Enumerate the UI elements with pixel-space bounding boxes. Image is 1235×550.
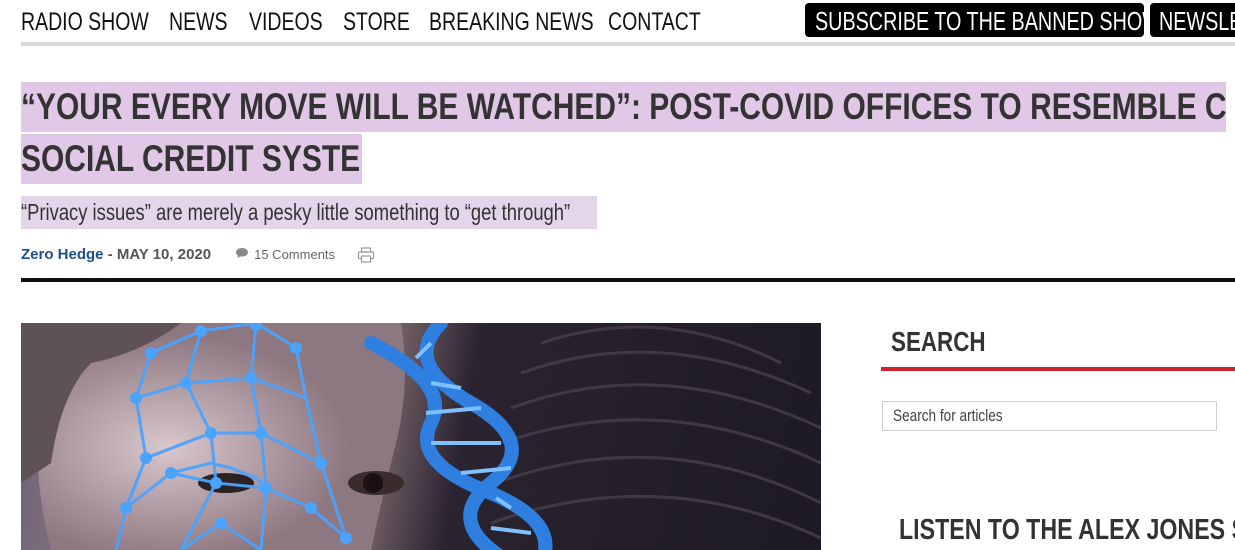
article-divider <box>21 278 1235 282</box>
search-input[interactable]: Search for articles <box>882 401 1217 431</box>
hero-image <box>21 323 821 550</box>
subscribe-button-label: SUBSCRIBE TO THE BANNED SHOW <box>815 6 1144 36</box>
search-placeholder: Search for articles <box>893 406 1003 425</box>
publish-date: MAY 10, 2020 <box>116 246 212 263</box>
comment-bubble-icon <box>235 247 249 262</box>
headline-line-2-text: SOCIAL CREDIT SYSTEM <box>21 138 362 179</box>
newsletter-button[interactable]: NEWSLE <box>1150 3 1235 37</box>
headline-line-1-text: “YOUR EVERY MOVE WILL BE WATCHED”: POST-… <box>21 86 1226 127</box>
nav-divider <box>21 42 1235 46</box>
nav-item-contact[interactable]: CONTACT <box>608 8 701 37</box>
author-link[interactable]: Zero Hedge <box>21 246 104 263</box>
newsletter-button-label: NEWSLE <box>1159 6 1235 36</box>
subscribe-button[interactable]: SUBSCRIBE TO THE BANNED SHOW <box>805 3 1144 37</box>
nav-item-news[interactable]: NEWS <box>169 8 228 37</box>
headline-line-2: SOCIAL CREDIT SYSTEM <box>21 134 362 184</box>
print-icon[interactable] <box>357 246 375 263</box>
comments-link[interactable]: 15 Comments <box>235 247 335 262</box>
face-scan-dna-illustration <box>21 323 821 550</box>
search-title-underline <box>881 367 1235 371</box>
nav-item-store[interactable]: STORE <box>343 8 410 37</box>
headline-line-1: “YOUR EVERY MOVE WILL BE WATCHED”: POST-… <box>21 82 1226 132</box>
nav-item-videos[interactable]: VIDEOS <box>249 8 323 37</box>
search-title: SEARCH <box>891 326 986 357</box>
article-meta: Zero Hedge - MAY 10, 2020 15 Comments <box>21 246 375 263</box>
listen-heading: LISTEN TO THE ALEX JONES SHOW <box>899 514 1235 546</box>
nav-item-radio-show[interactable]: RADIO SHOW <box>21 8 149 37</box>
subheadline: “Privacy issues” are merely a pesky litt… <box>21 196 597 229</box>
subheadline-text: “Privacy issues” are merely a pesky litt… <box>21 199 571 225</box>
nav-item-breaking-news[interactable]: BREAKING NEWS <box>429 8 594 37</box>
date-separator: - <box>103 246 117 263</box>
comments-count: 15 Comments <box>254 247 336 262</box>
